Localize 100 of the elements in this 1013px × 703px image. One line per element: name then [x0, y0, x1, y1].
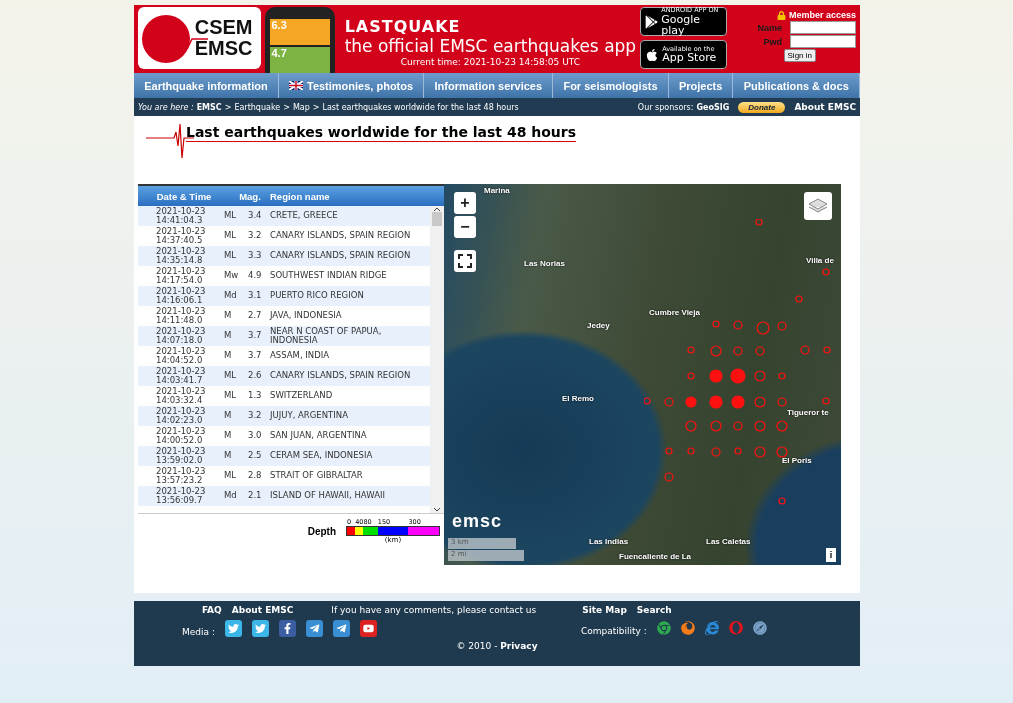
- info-button[interactable]: i: [826, 548, 836, 562]
- map-place-label: Cumbre Vieja: [649, 308, 700, 317]
- map-place-label: El Remo: [562, 394, 594, 403]
- table-row[interactable]: 2021-10-23 14:35:14.8 ML 3.3 CANARY ISLANDS, SPAIN REGION: [138, 246, 430, 266]
- magnitude-cell-text: 2.6: [248, 371, 263, 381]
- member-access-title: Member access: [788, 10, 856, 20]
- footer-link[interactable]: FAQ: [202, 605, 222, 615]
- date-time-cell-text: 2021-10-23 14:35:14.8: [156, 246, 207, 266]
- date-time-cell-text: 2021-10-23 13:56:09.7: [156, 486, 207, 506]
- date-time-cell-text: 2021-10-23 13:59:02.0: [156, 446, 207, 466]
- breadcrumb-link[interactable]: Map: [292, 102, 310, 112]
- magnitude-cell-text: 3.1: [248, 291, 263, 301]
- map-place-label: Fuencaliente de La: [619, 552, 692, 561]
- magnitude-type-cell-text: M: [224, 351, 233, 361]
- magnitude-type-cell-text: M: [224, 411, 233, 421]
- magnitude-cell-text: 4.9: [248, 271, 263, 281]
- ie-icon: [704, 621, 719, 635]
- map-place-label: Las Norias: [524, 259, 565, 268]
- phone-drawing: 6.3 4.7: [264, 7, 335, 73]
- map-place-label: Las Indias: [589, 537, 629, 546]
- column-header: Region name: [270, 190, 331, 202]
- sponsor-link[interactable]: GeoSIG: [696, 102, 730, 112]
- telegram-icon[interactable]: [305, 619, 323, 637]
- donate-button[interactable]: Donate: [738, 101, 786, 113]
- magnitude-cell-text: 3.7: [248, 331, 263, 341]
- region-cell-text: JAVA, INDONESIA: [270, 311, 343, 321]
- app-subtitle: the official EMSC earthquakes app: [344, 36, 637, 56]
- scrollbar-thumb[interactable]: [432, 212, 442, 226]
- copyright-text: © 2010 - Privacy: [456, 641, 538, 651]
- map-place-label: Jedey: [587, 321, 610, 330]
- map-logo: emsc: [452, 511, 503, 532]
- current-time: Current time: 2021-10-23 14:58:05 UTC: [400, 57, 580, 67]
- lock-icon: [776, 10, 786, 20]
- table-row[interactable]: 2021-10-23 13:59:02.0 M 2.5 CERAM SEA, INDONESIA: [138, 446, 430, 466]
- date-time-cell-text: 2021-10-23 14:07:18.0: [156, 326, 207, 346]
- region-cell-text: NEAR N COAST OF PAPUA, INDONESIA: [270, 326, 383, 346]
- date-time-cell-text: 2021-10-23 14:17:54.0: [156, 266, 207, 286]
- media-label: Media :: [182, 627, 215, 637]
- region-cell-text: CERAM SEA, INDONESIA: [270, 451, 374, 461]
- telegram-icon[interactable]: [332, 619, 350, 637]
- fullscreen-button[interactable]: [454, 250, 476, 272]
- opera-icon: [728, 621, 743, 635]
- magnitude-cell-text: 2.5: [248, 451, 263, 461]
- safari-icon: [752, 621, 767, 635]
- table-row[interactable]: 2021-10-23 14:41:04.3 ML 3.4 CRETE, GREECE: [138, 206, 430, 226]
- table-row[interactable]: 2021-10-23 14:16:06.1 Md 3.1 PUERTO RICO REGION: [138, 286, 430, 306]
- zoom-out-button[interactable]: −: [454, 216, 476, 238]
- youtube-icon[interactable]: [359, 619, 377, 637]
- map-place-label: Marina: [484, 186, 510, 195]
- twitter-icon[interactable]: [224, 619, 242, 637]
- layers-button[interactable]: [804, 192, 832, 220]
- date-time-cell-text: 2021-10-23 14:16:06.1: [156, 286, 207, 306]
- magnitude-cell-text: 2.7: [248, 311, 263, 321]
- magnitude-cell-text: 3.2: [248, 231, 263, 241]
- table-row[interactable]: 2021-10-23 13:56:09.7 Md 2.1 ISLAND OF HAWAII, HAWAII: [138, 486, 430, 506]
- date-time-cell-text: 2021-10-23 14:04:52.0: [156, 346, 207, 366]
- magnitude-type-cell-text: M: [224, 331, 233, 341]
- csem-emsc-logo[interactable]: CSEM EMSC: [138, 7, 261, 69]
- date-time-cell-text: 2021-10-23 14:41:04.3: [156, 206, 207, 226]
- region-cell-text: ASSAM, INDIA: [270, 351, 331, 361]
- magnitude-cell-text: 2.1: [248, 491, 263, 501]
- magnitude-cell-text: 3.3: [248, 251, 263, 261]
- magnitude-cell-text: 1.3: [248, 391, 263, 401]
- input-field[interactable]: [790, 21, 856, 34]
- satellite-map-photo[interactable]: [444, 184, 841, 565]
- scroll-up-icon[interactable]: [433, 206, 441, 212]
- field-label: Pwd: [763, 36, 782, 47]
- breadcrumb-separator: >: [312, 102, 320, 112]
- breadcrumb-link[interactable]: EMSC: [196, 102, 222, 112]
- breadcrumb-link[interactable]: Earthquake: [234, 102, 281, 112]
- table-row[interactable]: 2021-10-23 14:03:41.7 ML 2.6 CANARY ISLANDS, SPAIN REGION: [138, 366, 430, 386]
- footer-link[interactable]: Site Map: [582, 605, 627, 615]
- column-header: Date & Time: [155, 190, 213, 202]
- region-cell-text: JUJUY, ARGENTINA: [270, 411, 349, 421]
- footer-link[interactable]: Search: [636, 605, 672, 615]
- facebook-icon[interactable]: [278, 619, 296, 637]
- logo-text: CSEM: [194, 17, 253, 38]
- footer-link[interactable]: About EMSC: [231, 605, 294, 615]
- about-link[interactable]: About EMSC: [794, 102, 856, 112]
- date-time-cell-text: 2021-10-23 14:11:48.0: [156, 306, 207, 326]
- twitter-icon[interactable]: [251, 619, 269, 637]
- date-time-cell-text: 2021-10-23 14:37:40.5: [156, 226, 207, 246]
- region-cell-text: STRAIT OF GIBRALTAR: [270, 471, 364, 481]
- scroll-down-icon[interactable]: [433, 507, 441, 513]
- sign-in-button[interactable]: Sign in: [783, 49, 816, 62]
- depth-label: Depth: [307, 525, 336, 537]
- fullscreen-icon: [458, 254, 472, 268]
- magnitude-type-cell-text: ML: [224, 391, 238, 401]
- input-field[interactable]: [790, 35, 856, 48]
- date-time-cell-text: 2021-10-23 14:03:41.7: [156, 366, 207, 386]
- table-row[interactable]: 2021-10-23 14:02:23.0 M 3.2 JUJUY, ARGENTINA: [138, 406, 430, 426]
- region-cell-text: SWITZERLAND: [270, 391, 334, 401]
- breadcrumb-link[interactable]: Last earthquakes worldwide for the last 48 hours: [322, 102, 519, 112]
- zoom-in-button[interactable]: +: [454, 192, 476, 214]
- scrollbar[interactable]: [430, 206, 444, 513]
- date-time-cell-text: 2021-10-23 13:57:23.2: [156, 466, 207, 486]
- magnitude-type-cell-text: M: [224, 311, 233, 321]
- magnitude-type-cell-text: Md: [224, 491, 238, 501]
- app-title: LASTQUAKE: [344, 17, 462, 36]
- magnitude-cell-text: 3.2: [248, 411, 263, 421]
